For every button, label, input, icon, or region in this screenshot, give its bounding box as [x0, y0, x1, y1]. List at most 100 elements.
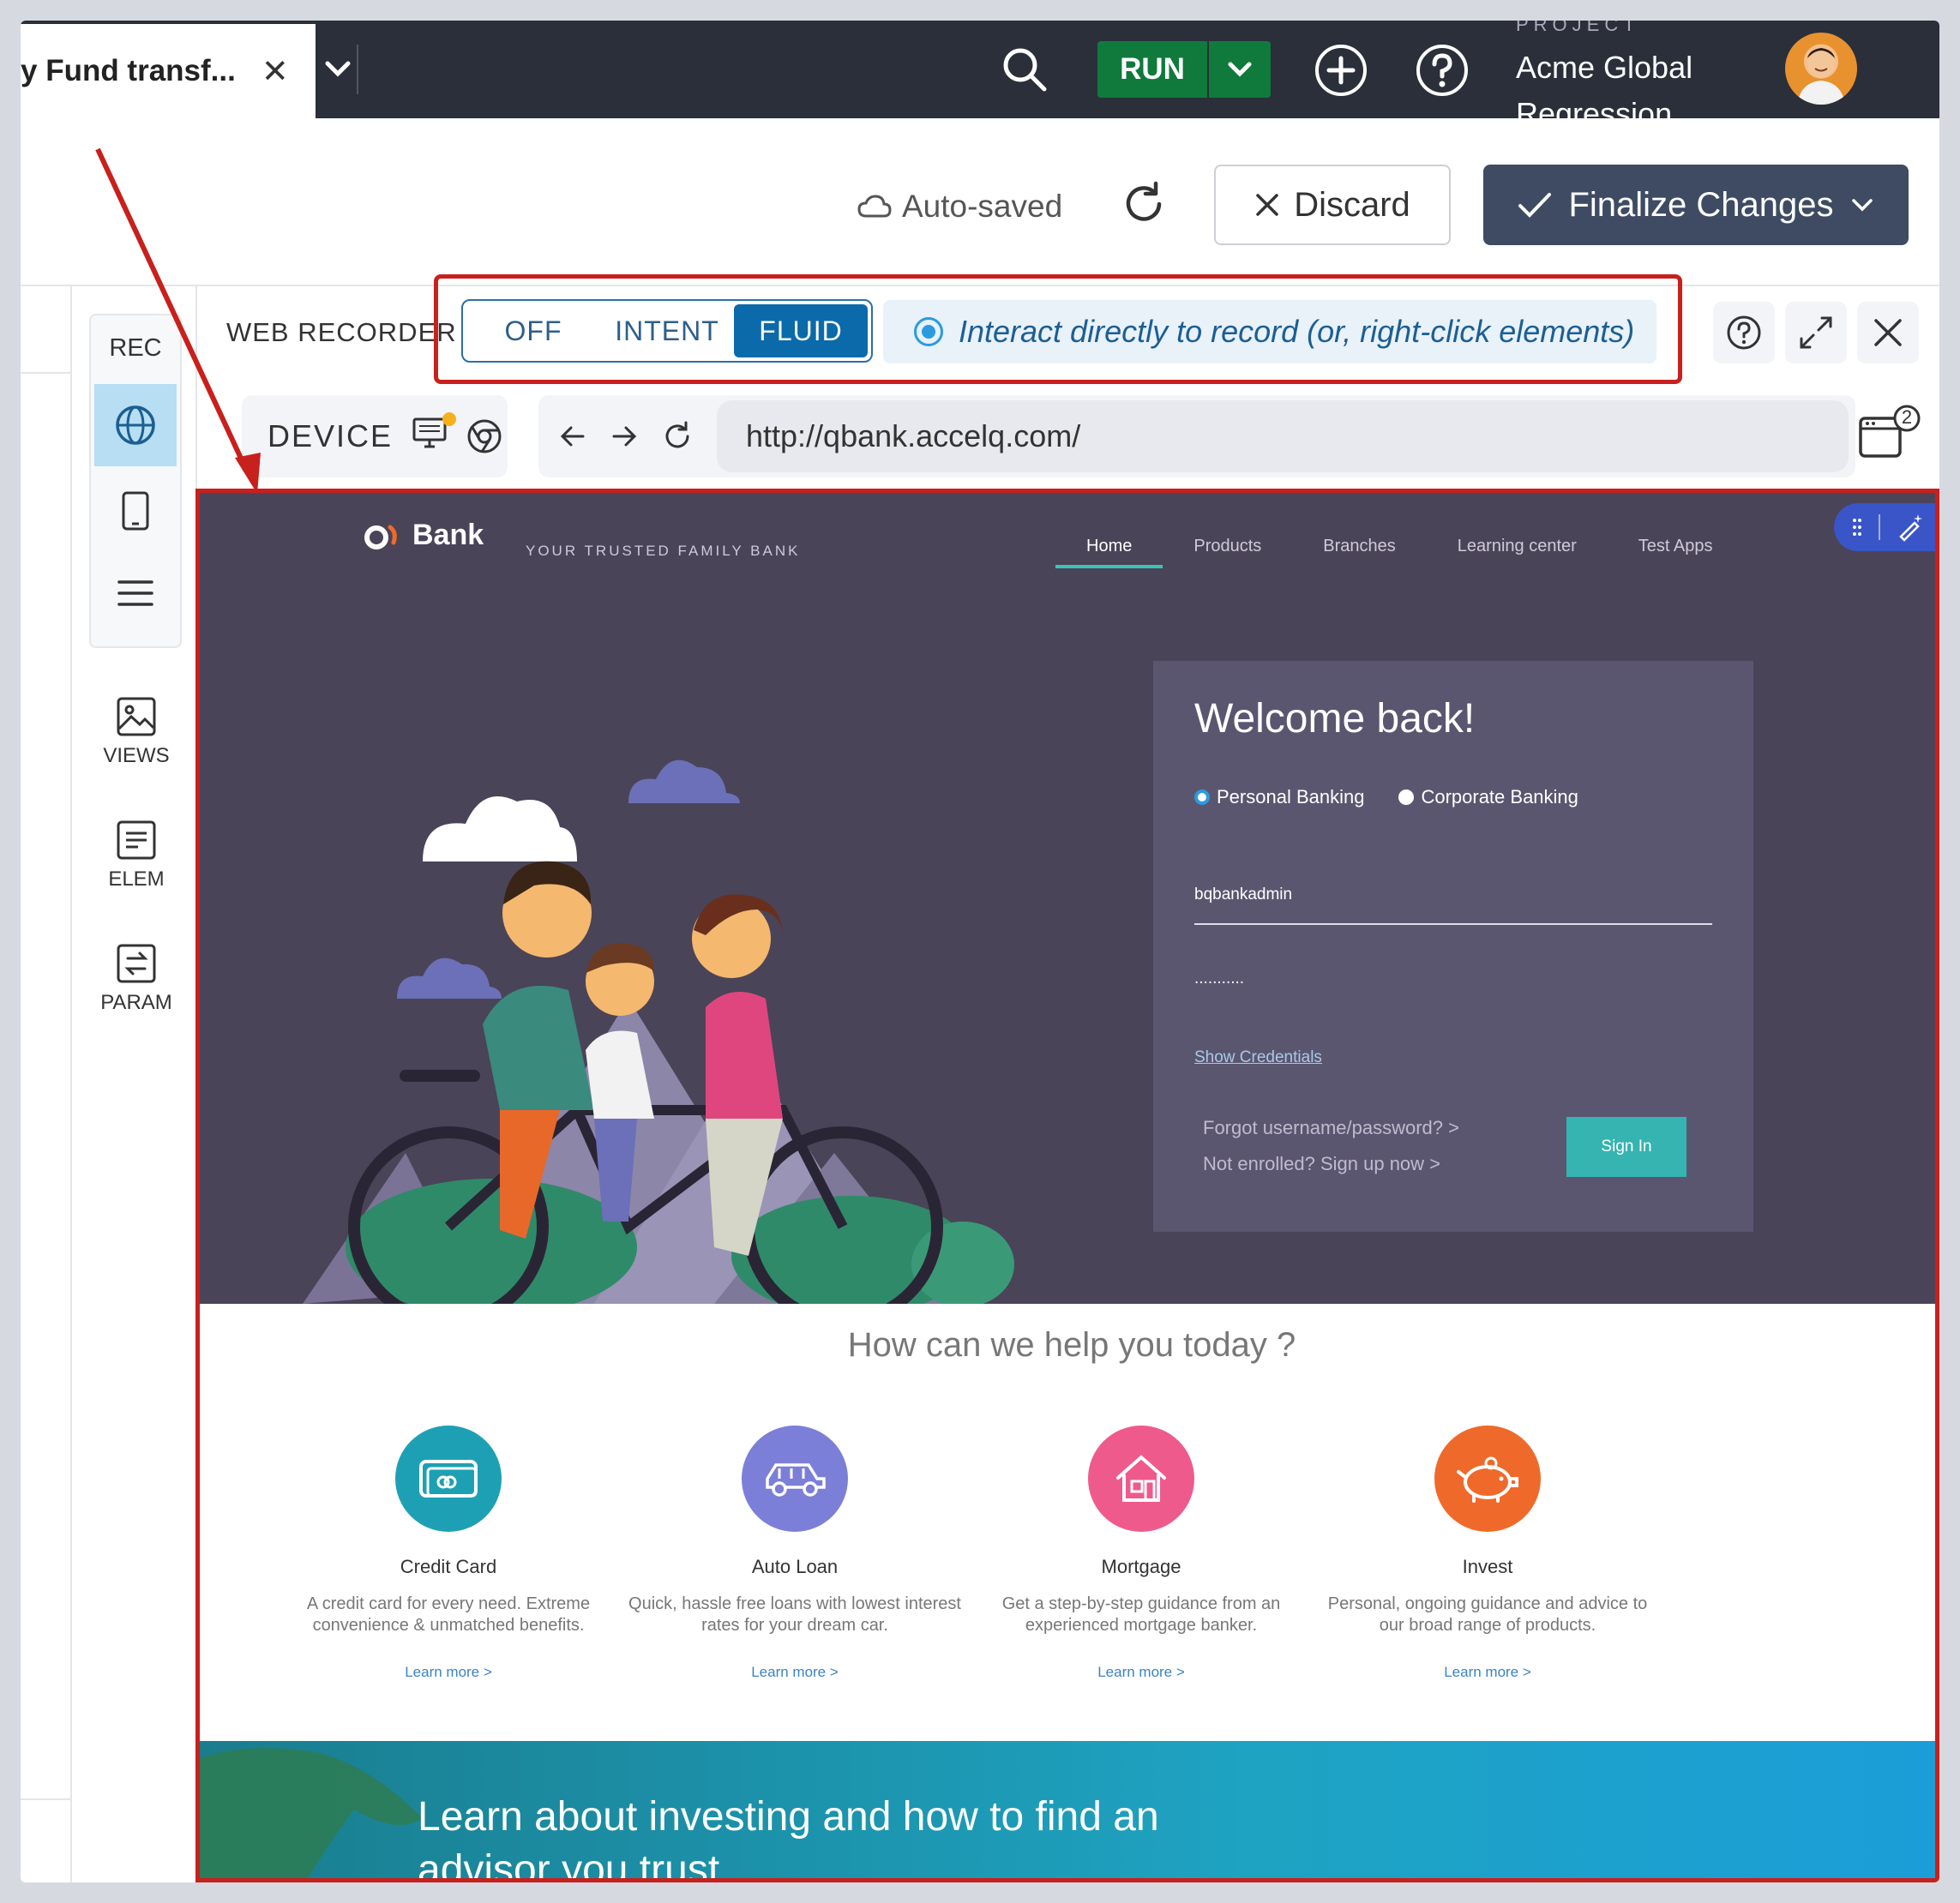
- card-title: Mortgage: [1101, 1556, 1181, 1577]
- banking-type-radios: Personal Banking Corporate Banking: [1194, 786, 1578, 808]
- recorder-floating-toolbar[interactable]: [1834, 503, 1935, 551]
- add-icon[interactable]: [1314, 43, 1368, 98]
- param-tool[interactable]: PARAM: [89, 943, 183, 1015]
- help-title: How can we help you today ?: [847, 1326, 1296, 1364]
- chevron-down-icon[interactable]: [321, 46, 355, 89]
- mobile-mode-button[interactable]: [94, 470, 177, 552]
- run-dropdown-button[interactable]: [1209, 41, 1271, 98]
- discard-button[interactable]: Discard: [1214, 165, 1451, 245]
- bank-logo[interactable]: Bank: [363, 519, 484, 552]
- site-nav: Home Products Branches Learning center T…: [1055, 529, 1744, 568]
- learn-more-link[interactable]: Learn more >: [277, 1664, 620, 1681]
- close-icon: [1874, 319, 1902, 346]
- card-title: Invest: [1462, 1556, 1513, 1577]
- divider: [1879, 514, 1880, 540]
- chevron-down-icon: [1228, 62, 1252, 77]
- radio-selected-icon: [1194, 789, 1210, 805]
- mortgage-card: Mortgage Get a step-by-step guidance fro…: [970, 1426, 1313, 1681]
- forward-icon[interactable]: [609, 421, 640, 452]
- autosave-status: Auto-saved: [857, 189, 1062, 225]
- drag-handle-icon[interactable]: [1851, 516, 1863, 538]
- test-tab[interactable]: y Fund transf... ✕: [21, 24, 316, 118]
- credit-card-icon: [395, 1426, 502, 1532]
- nav-products[interactable]: Products: [1163, 529, 1292, 568]
- nav-learning-center[interactable]: Learning center: [1427, 529, 1608, 568]
- login-panel: Welcome back! Personal Banking Corporate…: [1153, 661, 1753, 1232]
- mode-fluid-option[interactable]: FLUID: [734, 304, 868, 357]
- card-description: Quick, hassle free loans with lowest int…: [628, 1594, 961, 1635]
- avatar[interactable]: [1785, 33, 1857, 105]
- mode-off-option[interactable]: OFF: [466, 304, 600, 357]
- auto-loan-card: Auto Loan Quick, hassle free loans with …: [623, 1426, 966, 1681]
- recorder-mode-panel: REC: [89, 314, 182, 648]
- personal-banking-radio[interactable]: Personal Banking: [1194, 786, 1364, 808]
- desktop-device-button[interactable]: [412, 411, 457, 458]
- learn-more-link[interactable]: Learn more >: [1316, 1664, 1659, 1681]
- username-input[interactable]: bqbankadmin: [1194, 880, 1712, 925]
- sign-up-link[interactable]: Not enrolled? Sign up now >: [1203, 1153, 1440, 1175]
- param-label: PARAM: [100, 991, 172, 1014]
- nav-home[interactable]: Home: [1055, 529, 1163, 568]
- device-selector[interactable]: DEVICE: [242, 395, 508, 477]
- show-credentials-link[interactable]: Show Credentials: [1194, 1048, 1322, 1067]
- web-mode-button[interactable]: [94, 384, 177, 466]
- nav-test-apps[interactable]: Test Apps: [1608, 529, 1744, 568]
- device-label: DEVICE: [268, 418, 394, 453]
- password-input[interactable]: ...........: [1194, 970, 1244, 988]
- expand-button[interactable]: [1785, 302, 1847, 363]
- elem-label: ELEM: [108, 867, 165, 891]
- recorder-help-button[interactable]: [1713, 302, 1775, 363]
- expand-icon: [1800, 316, 1832, 349]
- credit-card-card: Credit Card A credit card for every need…: [277, 1426, 620, 1681]
- discard-label: Discard: [1294, 185, 1410, 224]
- project-label: PROJECT: [1516, 21, 1640, 35]
- learn-more-link[interactable]: Learn more >: [970, 1664, 1313, 1681]
- card-description: Personal, ongoing guidance and advice to…: [1327, 1594, 1648, 1635]
- mode-intent-option[interactable]: INTENT: [600, 304, 734, 357]
- login-title: Welcome back!: [1194, 696, 1476, 741]
- notification-dot: [442, 411, 457, 426]
- invest-banner: Learn about investing and how to find an…: [200, 1741, 1935, 1878]
- top-bar: y Fund transf... ✕ RUN PROJECT Acme Glob…: [21, 21, 1939, 131]
- logo-icon: [364, 525, 397, 549]
- corporate-banking-radio[interactable]: Corporate Banking: [1398, 786, 1578, 808]
- recorder-hint: Interact directly to record (or, right-c…: [883, 300, 1656, 363]
- record-indicator-icon: [914, 317, 943, 346]
- recording-mode-switch[interactable]: OFF INTENT FLUID: [461, 299, 873, 363]
- menu-button[interactable]: [94, 552, 177, 634]
- browser-tabs-button[interactable]: 2: [1855, 399, 1924, 468]
- views-tool[interactable]: VIEWS: [89, 696, 183, 768]
- run-button[interactable]: RUN: [1097, 41, 1207, 98]
- help-section: How can we help you today ? Credit Card …: [200, 1304, 1935, 1741]
- card-description: Get a step-by-step guidance from an expe…: [1001, 1594, 1281, 1635]
- close-icon[interactable]: ✕: [262, 52, 289, 91]
- card-title: Credit Card: [400, 1556, 497, 1577]
- url-input[interactable]: http://qbank.accelq.com/: [717, 400, 1849, 472]
- radio-icon: [1398, 789, 1415, 805]
- magic-wand-icon[interactable]: [1896, 513, 1925, 542]
- views-label: VIEWS: [103, 744, 170, 767]
- chevron-down-icon: [1851, 199, 1873, 212]
- left-gutter: [21, 286, 72, 1882]
- check-icon: [1518, 193, 1552, 218]
- user-photo-icon: [1797, 48, 1845, 105]
- bank-tagline: YOUR TRUSTED FAMILY BANK: [526, 543, 801, 559]
- sign-in-button[interactable]: Sign In: [1566, 1117, 1686, 1177]
- logo-text: Bank: [412, 519, 484, 551]
- invest-card: Invest Personal, ongoing guidance and ad…: [1316, 1426, 1659, 1681]
- refresh-icon[interactable]: [1118, 178, 1169, 230]
- nav-branches[interactable]: Branches: [1292, 529, 1427, 568]
- forgot-credentials-link[interactable]: Forgot username/password? >: [1203, 1117, 1459, 1139]
- close-recorder-button[interactable]: [1857, 302, 1919, 363]
- finalize-changes-button[interactable]: Finalize Changes: [1483, 165, 1909, 245]
- cloud-icon: [857, 195, 892, 218]
- learn-more-link[interactable]: Learn more >: [623, 1664, 966, 1681]
- search-icon[interactable]: [1000, 45, 1049, 94]
- elements-tool[interactable]: ELEM: [89, 819, 183, 891]
- help-icon[interactable]: [1415, 43, 1470, 98]
- bank-hero: Bank YOUR TRUSTED FAMILY BANK Home Produ…: [200, 493, 1935, 1304]
- reload-icon[interactable]: [660, 419, 694, 453]
- card-title: Auto Loan: [751, 1556, 839, 1577]
- chrome-icon[interactable]: [466, 418, 502, 454]
- back-icon[interactable]: [557, 421, 588, 452]
